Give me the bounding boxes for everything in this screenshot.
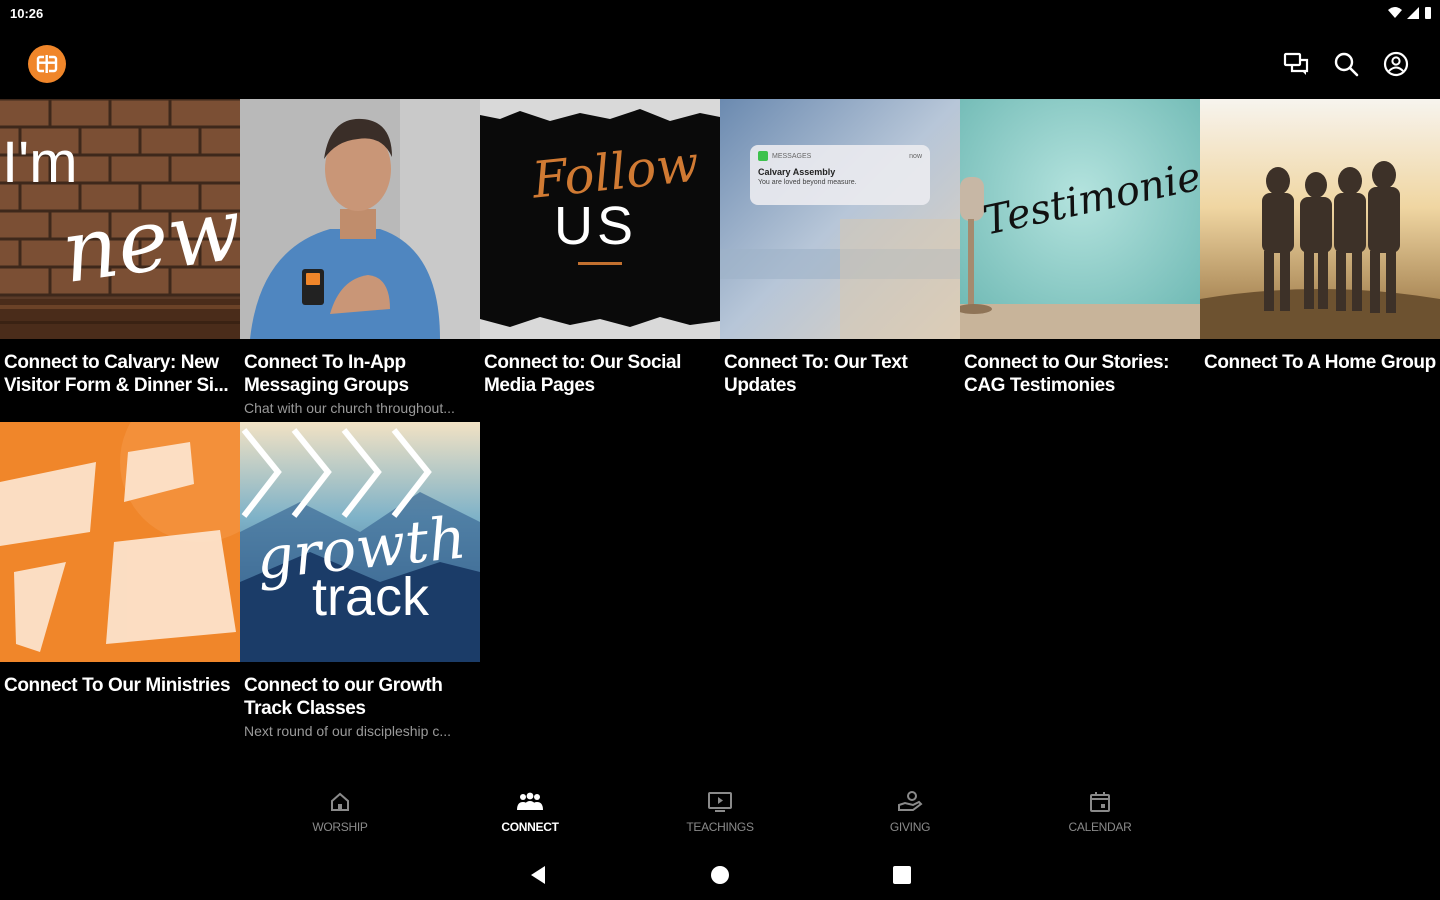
nav-connect[interactable]: CONNECT	[435, 790, 625, 846]
card-thumbnail: I'm new	[0, 99, 240, 339]
thumb-text-im: I'm	[2, 130, 78, 195]
notification-app: MESSAGES	[772, 152, 812, 160]
status-time: 10:26	[10, 6, 44, 21]
card-home-group[interactable]: Connect To A Home Group	[1200, 99, 1440, 374]
card-thumbnail: Follow US	[480, 99, 720, 339]
battery-icon	[1425, 7, 1431, 19]
messages-app-icon	[758, 151, 768, 161]
nav-label: GIVING	[889, 820, 931, 834]
card-thumbnail	[0, 422, 240, 662]
status-icons	[1388, 6, 1432, 20]
card-thumbnail: growth track	[240, 422, 480, 662]
app-logo[interactable]	[28, 45, 66, 83]
video-icon	[708, 792, 732, 812]
nav-label: WORSHIP	[312, 820, 368, 834]
thumb-text-us: US	[554, 196, 638, 256]
wifi-icon	[1388, 7, 1402, 18]
account-button[interactable]	[1382, 50, 1410, 78]
card-messaging-groups[interactable]: Connect To In-App Messaging Groups Chat …	[240, 99, 480, 416]
home-circle-icon	[711, 866, 729, 884]
cross-graphic	[0, 422, 240, 662]
card-subtitle: Next round of our discipleship c...	[244, 723, 451, 739]
card-thumbnail	[240, 99, 480, 339]
nav-calendar[interactable]: CALENDAR	[1005, 790, 1195, 846]
card-thumbnail: MESSAGES now Calvary Assembly You are lo…	[720, 99, 960, 339]
notification-sender: Calvary Assembly	[758, 167, 836, 177]
logo-icon	[36, 55, 58, 73]
card-title: Connect To In-App Messaging Groups	[244, 352, 409, 396]
status-bar: 10:26	[0, 0, 1440, 28]
friends-sunset-image	[1200, 99, 1440, 339]
account-icon	[1383, 51, 1409, 77]
card-text-updates[interactable]: MESSAGES now Calvary Assembly You are lo…	[720, 99, 960, 397]
calendar-icon	[1090, 792, 1110, 812]
messages-icon	[1283, 52, 1309, 75]
giving-hand-icon	[898, 791, 923, 811]
card-title: Connect to: Our Social Media Pages	[484, 352, 682, 396]
man-with-phone-image	[240, 99, 480, 339]
nav-teachings[interactable]: TEACHINGS	[625, 790, 815, 846]
card-title: Connect to Calvary: New Visitor Form & D…	[4, 352, 229, 396]
card-growth-track[interactable]: growth track Connect to our Growth Track…	[240, 422, 480, 739]
recents-icon	[893, 866, 911, 884]
card-social-media[interactable]: Follow US Connect to: Our Social Media P…	[480, 99, 720, 397]
card-new-visitor[interactable]: I'm new Connect to Calvary: New Visitor …	[0, 99, 240, 397]
app-bar-actions	[1282, 50, 1410, 78]
signal-icon	[1407, 7, 1419, 19]
card-subtitle: Chat with our church throughout...	[244, 400, 455, 416]
app-bar	[0, 28, 1440, 98]
nav-label: CALENDAR	[1068, 820, 1132, 834]
nav-worship[interactable]: WORSHIP	[245, 790, 435, 846]
people-icon	[517, 792, 543, 810]
recents-button[interactable]	[889, 862, 915, 888]
search-icon	[1334, 52, 1359, 77]
back-icon	[531, 866, 545, 884]
bottom-navigation: WORSHIP CONNECT TEACHINGS GIVING CALENDA…	[245, 790, 1195, 846]
card-ministries[interactable]: Connect To Our Ministries	[0, 422, 240, 697]
messages-button[interactable]	[1282, 50, 1310, 78]
nav-label: CONNECT	[501, 820, 559, 834]
notification-body: You are loved beyond measure.	[758, 179, 857, 186]
home-icon	[331, 792, 349, 811]
nav-label: TEACHINGS	[686, 820, 754, 834]
card-title: Connect to our Growth Track Classes	[244, 675, 443, 719]
notification-preview: MESSAGES now Calvary Assembly You are lo…	[750, 145, 930, 205]
card-title: Connect to Our Stories: CAG Testimonies	[964, 352, 1170, 396]
notification-time: now	[909, 152, 922, 160]
search-button[interactable]	[1332, 50, 1360, 78]
nav-giving[interactable]: GIVING	[815, 790, 1005, 846]
card-title: Connect To Our Ministries	[4, 675, 231, 696]
card-thumbnail: Testimonies	[960, 99, 1200, 339]
card-title: Connect To: Our Text Updates	[724, 352, 908, 396]
card-testimonies[interactable]: Testimonies Connect to Our Stories: CAG …	[960, 99, 1200, 397]
back-button[interactable]	[525, 862, 551, 888]
system-navigation	[0, 850, 1440, 900]
card-thumbnail	[1200, 99, 1440, 339]
thumb-text-track: track	[312, 567, 430, 627]
home-button[interactable]	[707, 862, 733, 888]
card-title: Connect To A Home Group	[1204, 352, 1436, 373]
